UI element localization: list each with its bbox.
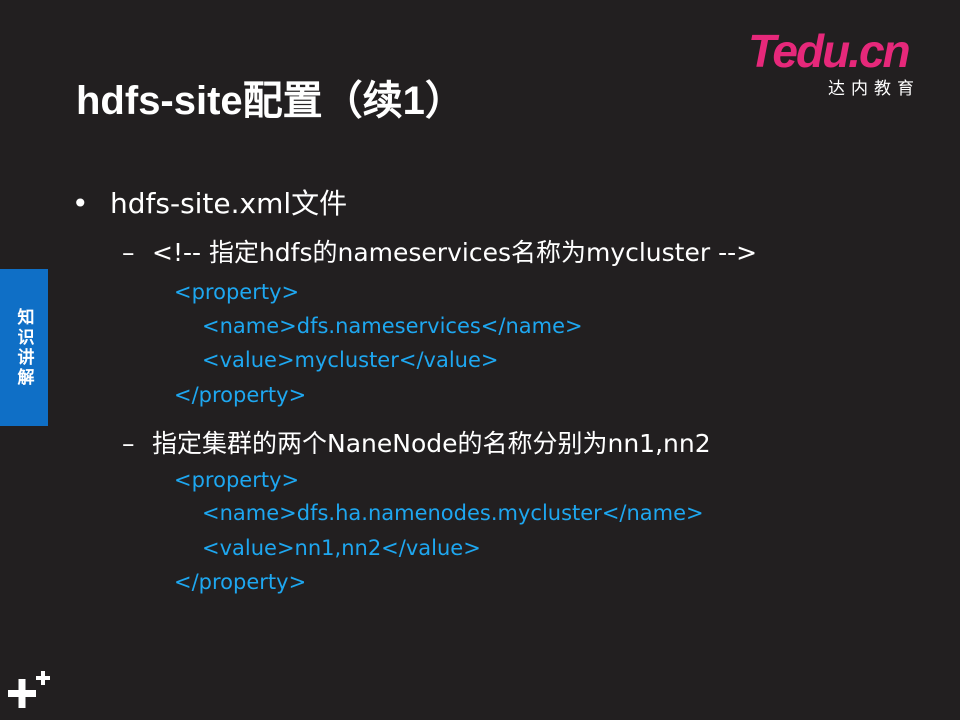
bullet-icon: • [72,187,89,220]
bullet-sub-2-text: 指定集群的两个NaneNode的名称分别为nn1,nn2 [152,429,711,458]
code-line: <value>nn1,nn2</value> [202,536,481,560]
slide: hdfs-site配置（续1） Tedu.cn 达内教育 知识讲解 • hdfs-… [0,0,960,720]
logo-subtitle: 达内教育 [828,79,920,99]
bullet-sub-1: – <!-- 指定hdfs的nameservices名称为mycluster --… [122,233,757,269]
code-line: </property> [174,383,307,407]
slide-title: hdfs-site配置（续1） [76,79,465,123]
code-line: <value>mycluster</value> [202,348,499,372]
side-tab: 知识讲解 [0,269,48,426]
code-line: <name>dfs.ha.namenodes.mycluster</name> [202,501,704,525]
bullet-main-text: hdfs-site.xml文件 [110,187,348,220]
dash-icon: – [122,238,135,267]
code-line: <name>dfs.nameservices</name> [202,314,583,338]
logo: Tedu.cn 达内教育 [748,25,938,99]
plus-icon [8,671,50,708]
bullet-sub-2: – 指定集群的两个NaneNode的名称分别为nn1,nn2 [122,424,711,460]
logo-brand: Tedu.cn [748,25,911,77]
side-tab-label: 知识讲解 [13,307,34,388]
bullet-main: • hdfs-site.xml文件 [72,182,347,222]
code-line: <property> [174,468,300,492]
dash-icon: – [122,429,135,458]
code-line: <property> [174,280,300,304]
bullet-sub-1-text: <!-- 指定hdfs的nameservices名称为mycluster --> [152,238,758,267]
code-line: </property> [174,570,307,594]
